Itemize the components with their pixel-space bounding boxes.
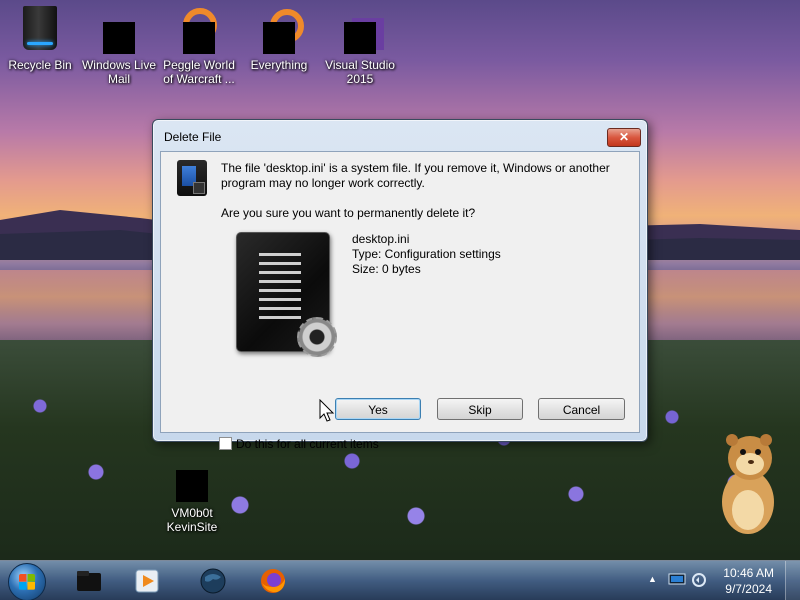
config-file-icon: [236, 232, 337, 357]
taskbar-file-manager[interactable]: [62, 564, 116, 598]
taskbar-globe[interactable]: [186, 564, 240, 598]
dialog-question: Are you sure you want to permanently del…: [221, 206, 476, 220]
apply-to-all-row[interactable]: Do this for all current items: [219, 437, 379, 451]
desktop-icon-visual-studio[interactable]: Visual Studio 2015: [321, 2, 399, 86]
clock[interactable]: 10:46 AM 9/7/2024: [723, 565, 774, 597]
peggle-icon: [183, 22, 215, 54]
everything-icon: [263, 22, 295, 54]
visual-studio-icon: [344, 22, 376, 54]
desktop-icon-label: Windows Live Mail: [81, 58, 157, 86]
desktop-icon-everything[interactable]: Everything: [240, 2, 318, 72]
clock-time: 10:46 AM: [723, 566, 774, 580]
dialog-title: Delete File: [164, 130, 222, 144]
apply-to-all-label: Do this for all current items: [236, 437, 379, 451]
dialog-message-line1: The file 'desktop.ini' is a system file.…: [221, 161, 610, 175]
yes-button[interactable]: Yes: [335, 398, 421, 420]
firefox-icon: [261, 569, 285, 593]
file-name: desktop.ini: [352, 232, 410, 246]
recycle-bin-icon: [23, 6, 57, 50]
shortcut-icon: [176, 470, 208, 502]
show-hidden-icons-icon[interactable]: ▲: [648, 574, 657, 584]
hamster-mascot-icon: [722, 434, 774, 534]
dialog-message-line2: program may no longer work correctly.: [221, 176, 425, 190]
desktop-icon-label: Visual Studio 2015: [325, 58, 395, 86]
show-desktop-button[interactable]: [785, 561, 800, 600]
cancel-button[interactable]: Cancel: [538, 398, 625, 420]
delete-file-dialog: Delete File ✕ The file 'desktop.ini' is …: [152, 119, 648, 451]
taskbar-firefox[interactable]: [246, 564, 300, 598]
windows-live-mail-icon: [103, 22, 135, 54]
desktop-icon-vm0b0t-kevinsite[interactable]: VM0b0t KevinSite: [153, 454, 231, 534]
globe-icon: [200, 568, 226, 594]
close-button[interactable]: ✕: [607, 128, 641, 147]
file-type: Type: Configuration settings: [352, 247, 501, 261]
file-manager-icon: [77, 571, 101, 591]
desktop-icon-windows-live-mail[interactable]: Windows Live Mail: [80, 2, 158, 86]
mouse-cursor-icon: [319, 399, 335, 422]
desktop-icon-label: VM0b0t KevinSite: [166, 506, 218, 534]
file-size: Size: 0 bytes: [352, 262, 421, 276]
dialog-titlebar[interactable]: Delete File ✕: [153, 120, 647, 150]
desktop-icon-label: Recycle Bin: [8, 58, 72, 72]
taskbar: ▲ 10:46 AM 9/7/2024: [0, 560, 800, 600]
gear-icon: [297, 317, 337, 357]
volume-icon[interactable]: [691, 572, 707, 588]
dialog-content: The file 'desktop.ini' is a system file.…: [160, 151, 640, 451]
system-tray: ▲ 10:46 AM 9/7/2024: [630, 561, 800, 600]
desktop-icon-label: Everything: [250, 58, 308, 72]
system-file-warning-icon: [177, 160, 207, 196]
skip-button[interactable]: Skip: [437, 398, 523, 420]
desktop-icon-label: Peggle World of Warcraft ...: [163, 58, 235, 86]
clock-date: 9/7/2024: [725, 582, 772, 596]
desktop-icon-recycle-bin[interactable]: Recycle Bin: [1, 2, 79, 72]
desktop: Recycle Bin Windows Live Mail Peggle Wor…: [0, 0, 800, 600]
start-button[interactable]: [8, 563, 46, 600]
media-player-icon: [135, 569, 159, 593]
taskbar-media-player[interactable]: [120, 564, 174, 598]
network-icon[interactable]: [668, 573, 686, 587]
desktop-icon-peggle[interactable]: Peggle World of Warcraft ...: [160, 2, 238, 86]
apply-to-all-checkbox[interactable]: [219, 437, 232, 450]
